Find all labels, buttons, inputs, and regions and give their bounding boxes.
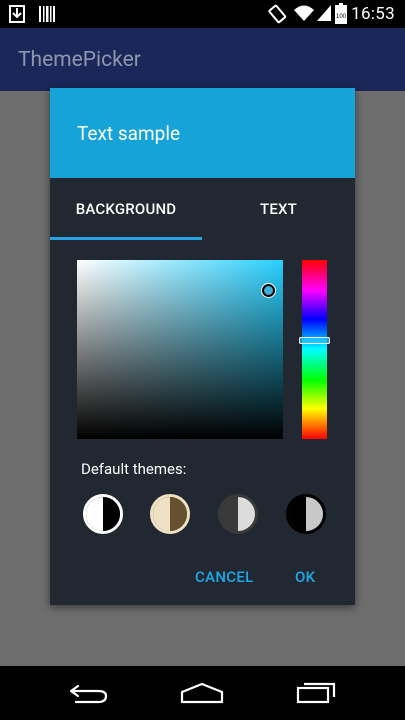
home-icon[interactable] xyxy=(180,682,224,708)
theme-beige-brown[interactable] xyxy=(150,494,190,534)
hue-slider[interactable] xyxy=(302,260,327,439)
back-icon[interactable] xyxy=(68,682,110,708)
download-icon xyxy=(9,5,25,27)
barcode-icon xyxy=(38,5,56,27)
saturation-value-picker[interactable] xyxy=(77,260,283,439)
navigation-bar xyxy=(0,666,405,720)
app-title: ThemePicker xyxy=(18,48,141,72)
cancel-button[interactable]: CANCEL xyxy=(195,568,254,586)
tab-background[interactable]: BACKGROUND xyxy=(50,178,202,240)
theme-black-gray[interactable] xyxy=(286,494,326,534)
status-bar: 100 16:53 xyxy=(0,0,405,28)
wifi-icon xyxy=(293,4,315,26)
theme-dark-gray-light[interactable] xyxy=(218,494,258,534)
recents-icon[interactable] xyxy=(296,682,336,708)
hue-slider-handle[interactable] xyxy=(299,337,330,344)
screen-rotation-icon xyxy=(268,4,288,28)
tab-indicator xyxy=(50,237,202,240)
dialog-title: Text sample xyxy=(77,122,181,145)
dialog-header: Text sample xyxy=(50,88,355,178)
theme-picker-dialog: Text sample BACKGROUND TEXT Default them… xyxy=(50,88,355,605)
svg-text:100: 100 xyxy=(336,14,347,20)
color-cursor[interactable] xyxy=(262,284,275,297)
signal-icon xyxy=(316,4,332,26)
theme-white-black[interactable] xyxy=(83,494,123,534)
status-time: 16:53 xyxy=(351,4,395,24)
ok-button[interactable]: OK xyxy=(295,568,315,586)
app-bar: ThemePicker xyxy=(0,28,405,91)
battery-icon: 100 xyxy=(335,3,347,28)
default-themes-label: Default themes: xyxy=(81,460,187,478)
tab-text[interactable]: TEXT xyxy=(202,178,355,240)
